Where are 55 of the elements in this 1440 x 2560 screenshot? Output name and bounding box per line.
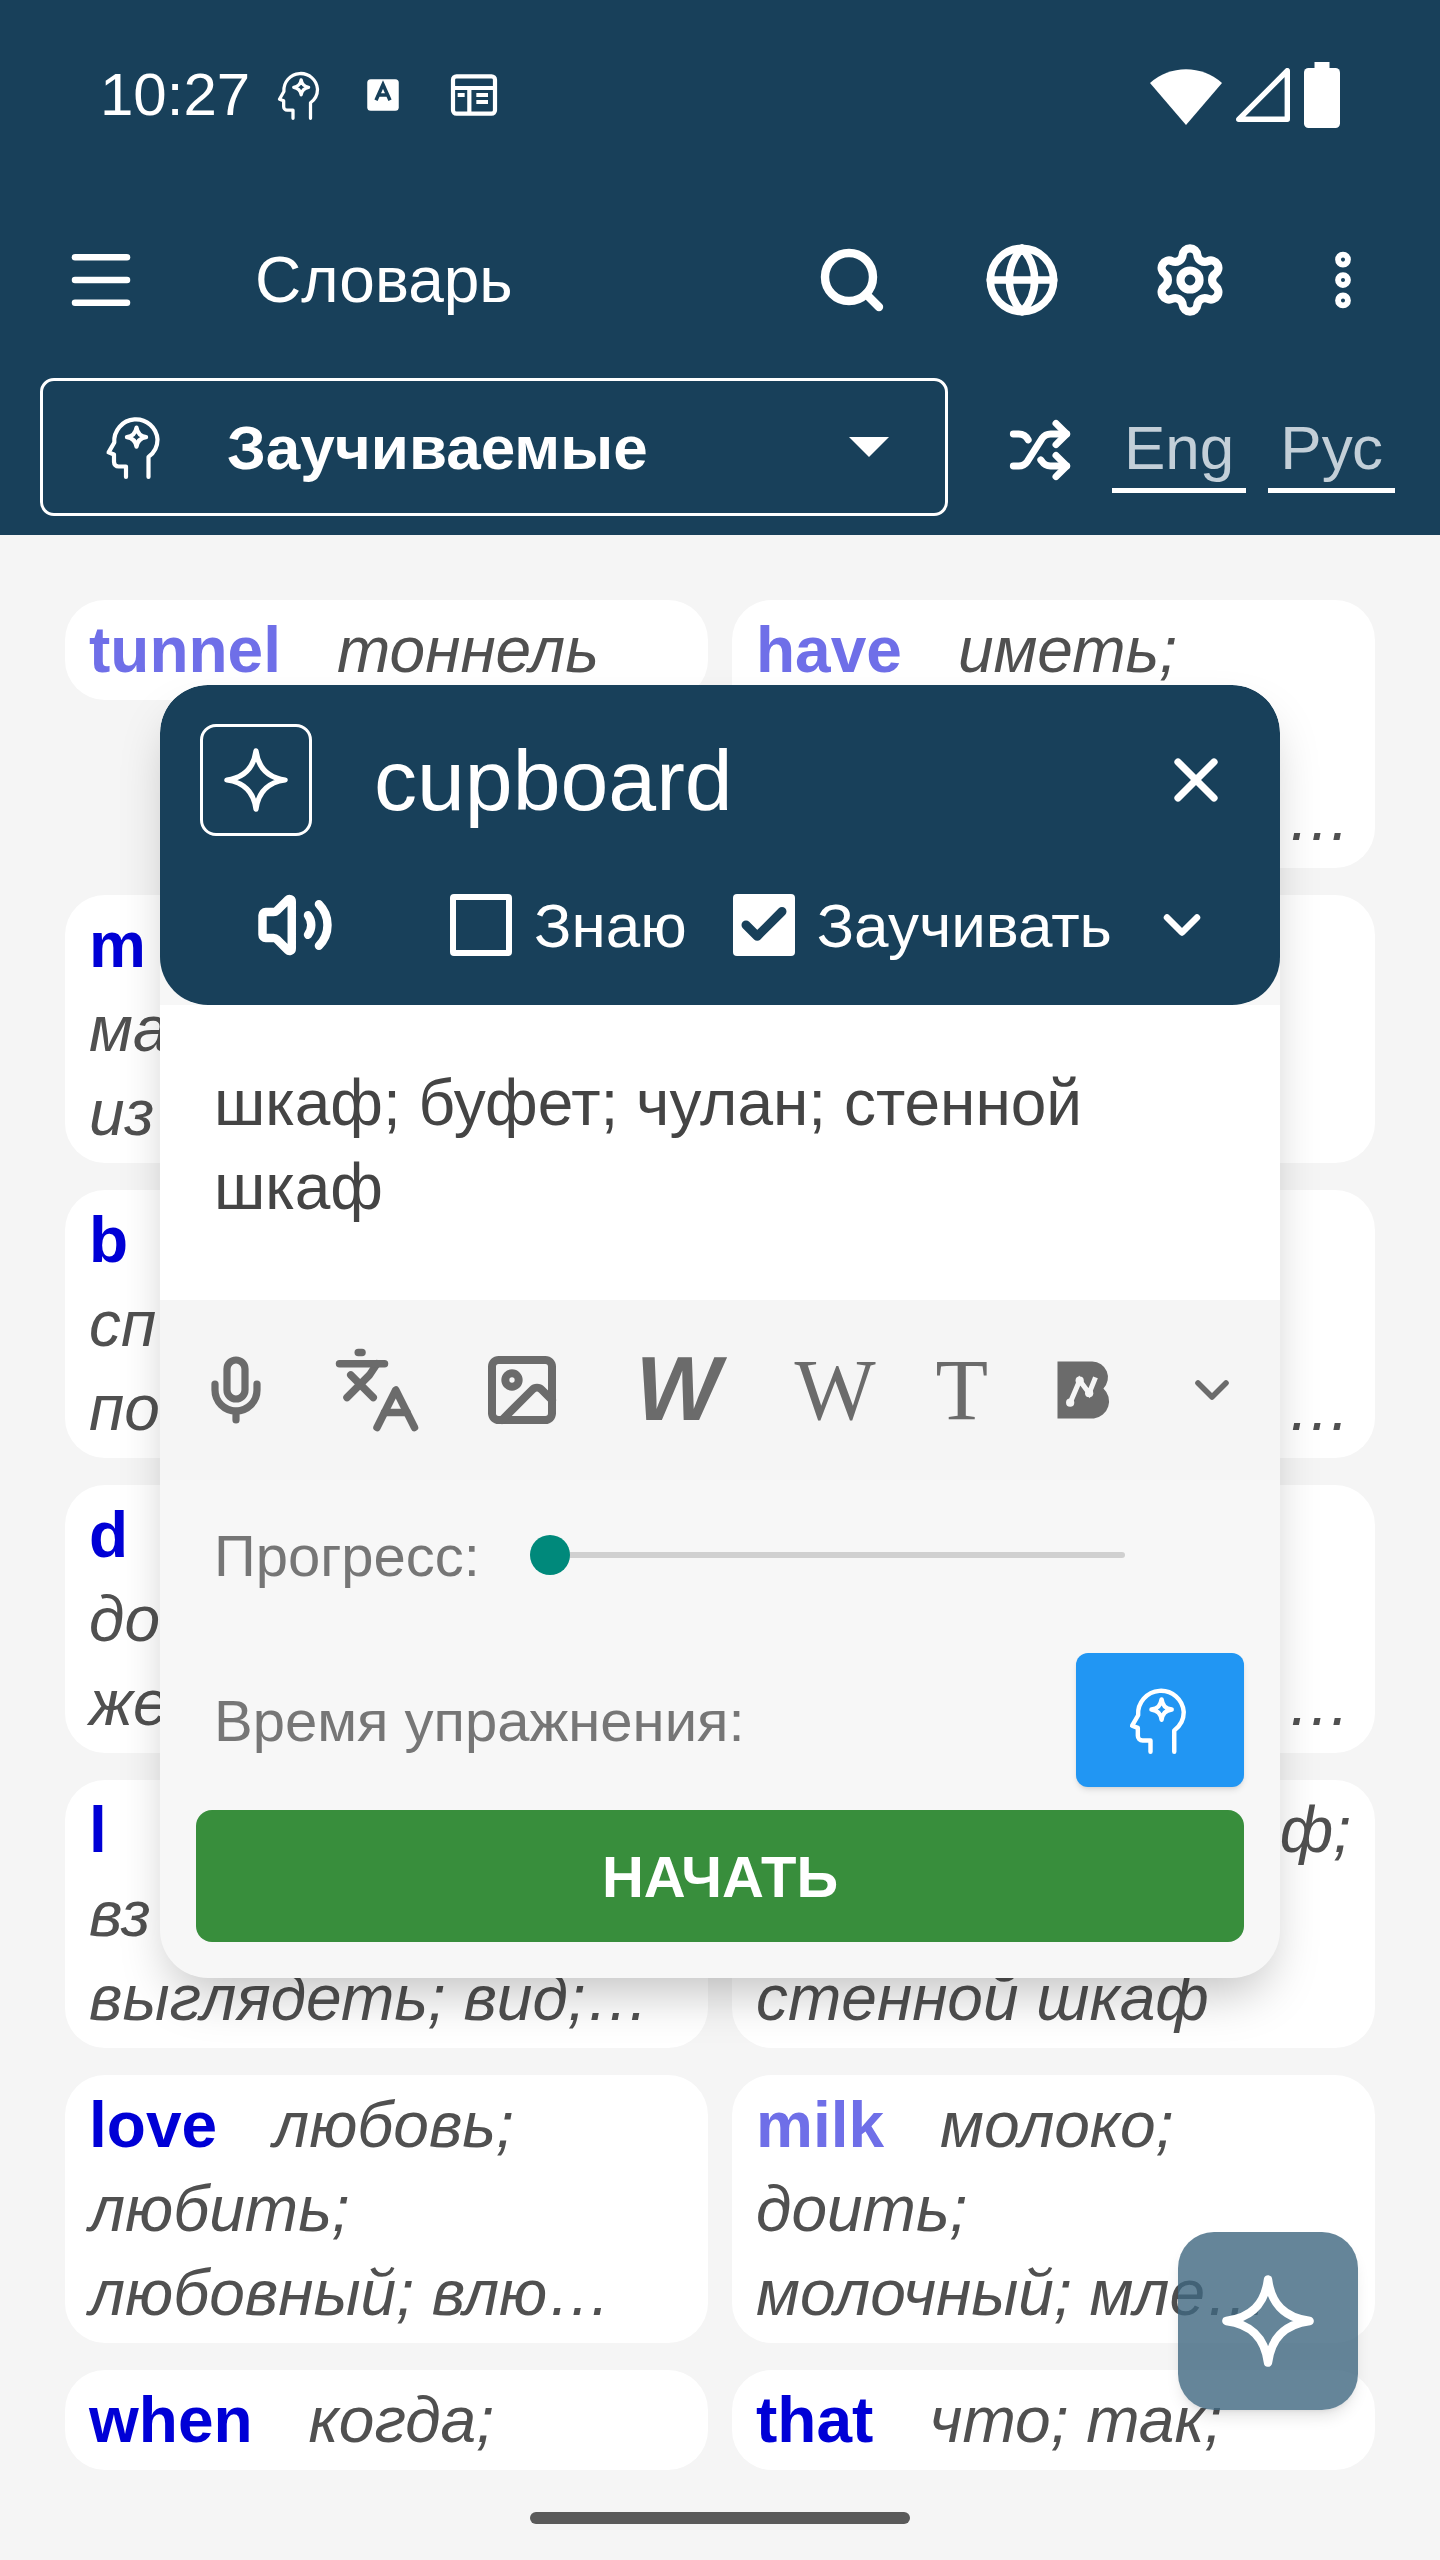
translation-text: вз bbox=[89, 1877, 151, 1952]
english-word: have bbox=[756, 613, 902, 688]
option-checkbox[interactable]: Знаю bbox=[450, 878, 687, 972]
start-button[interactable]: НАЧАТЬ bbox=[196, 1810, 1244, 1942]
translation-text: когда; bbox=[308, 2383, 494, 2458]
translation-text: тоннель bbox=[336, 613, 599, 688]
sparkle-button[interactable] bbox=[200, 724, 312, 836]
option-checkbox[interactable]: Заучивать bbox=[732, 878, 1112, 972]
progress-label: Прогресс: bbox=[214, 1521, 480, 1590]
translation-text: доить; bbox=[756, 2172, 968, 2247]
caret-icon bbox=[849, 437, 889, 457]
translation-text: шкаф; буфет; чулан; стенной шкаф bbox=[214, 1066, 1084, 1225]
english-word: d bbox=[89, 1498, 129, 1573]
dialog-word: cupboard bbox=[374, 730, 734, 830]
english-word: love bbox=[89, 2088, 218, 2163]
exercise-time-label: Время упражнения: bbox=[214, 1686, 745, 1755]
english-word: milk bbox=[756, 2088, 885, 2163]
ellipsis-text: … bbox=[1287, 781, 1351, 856]
translation-text: стенной шкаф bbox=[756, 1961, 1209, 2036]
english-word: b bbox=[89, 1203, 129, 1278]
language-tab[interactable]: Рус bbox=[1268, 408, 1395, 493]
shuffle-icon[interactable] bbox=[1008, 418, 1072, 482]
english-word: m bbox=[89, 908, 146, 983]
language-tab[interactable]: Eng bbox=[1112, 408, 1247, 493]
letter-icon[interactable]: W bbox=[794, 1347, 876, 1433]
letter-icon[interactable]: T bbox=[935, 1347, 989, 1433]
letter-icon[interactable]: W bbox=[621, 1338, 735, 1442]
home-indicator[interactable] bbox=[530, 2511, 910, 2524]
exercise-button[interactable] bbox=[1076, 1653, 1244, 1787]
translation-text: молоко; bbox=[940, 2088, 1174, 2163]
english-word: tunnel bbox=[89, 613, 281, 688]
translation-text: по bbox=[89, 1371, 160, 1446]
filter-dropdown[interactable]: Заучиваемые bbox=[40, 378, 948, 516]
translation-text: сп bbox=[89, 1287, 157, 1362]
sparkle-icon bbox=[221, 745, 291, 815]
english-word: that bbox=[756, 2383, 874, 2458]
translation-text: выглядеть; вид;… bbox=[89, 1961, 650, 2036]
translation-text: иметь; bbox=[957, 613, 1177, 688]
translation-text: из bbox=[89, 1076, 155, 1151]
word-card[interactable]: when когда; bbox=[65, 2370, 708, 2470]
translation-text: ф; bbox=[1279, 1793, 1351, 1868]
signal-icon bbox=[1236, 68, 1290, 122]
translation-text: что; так; bbox=[929, 2383, 1223, 2458]
english-word: when bbox=[89, 2383, 253, 2458]
word-card[interactable]: that что; так; bbox=[732, 2370, 1375, 2470]
english-word: l bbox=[89, 1793, 107, 1868]
progress-slider[interactable] bbox=[530, 1535, 1125, 1575]
ellipsis-text: … bbox=[1287, 1666, 1351, 1741]
app-title: Словарь bbox=[255, 243, 514, 318]
word-card[interactable]: love любовь; любить; любовный; влю… bbox=[65, 2075, 708, 2343]
ellipsis-text: … bbox=[1287, 1371, 1351, 1446]
globe-icon[interactable] bbox=[984, 242, 1060, 318]
translation-text: до bbox=[89, 1582, 160, 1657]
battery-icon bbox=[1304, 62, 1340, 128]
status-time: 10:27 bbox=[100, 60, 251, 130]
